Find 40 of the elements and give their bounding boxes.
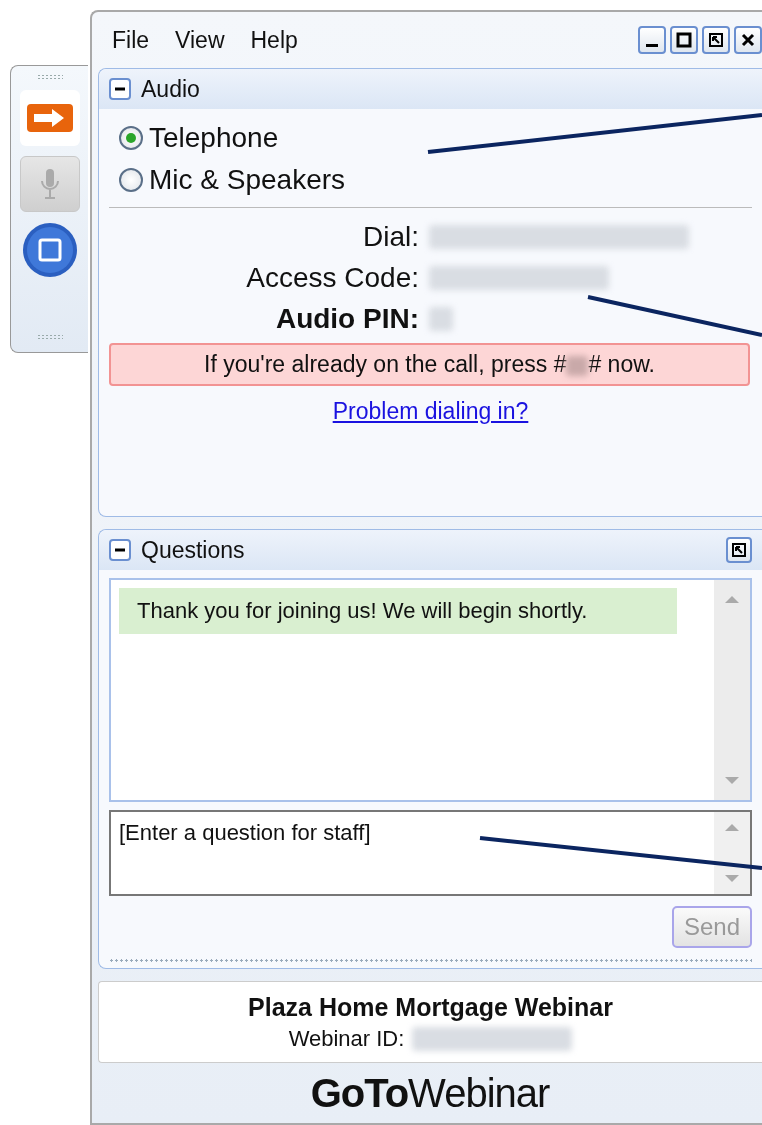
- scroll-down-icon: [724, 874, 740, 884]
- screen-icon: [21, 222, 78, 278]
- close-icon: [740, 32, 756, 48]
- detail-label: Audio PIN:: [274, 302, 419, 336]
- maximize-icon: [676, 32, 692, 48]
- radio-label[interactable]: Telephone: [149, 122, 279, 154]
- notice-banner: If you're already on the call, press # # now.: [109, 343, 750, 386]
- scrollbar[interactable]: [714, 580, 750, 800]
- scroll-up-icon: [724, 822, 740, 832]
- redacted-value: [429, 306, 453, 331]
- menu-item[interactable]: View: [175, 26, 225, 54]
- panel-title: Audio: [141, 75, 200, 103]
- restore-icon: [731, 542, 747, 558]
- minimize-button[interactable]: [638, 26, 666, 54]
- radio-button[interactable]: [119, 168, 143, 192]
- panel-title: Questions: [141, 536, 245, 564]
- radio-button[interactable]: [119, 126, 143, 150]
- restore-icon: [708, 32, 724, 48]
- chat-message: Thank you for joining us! We will begin shortly.: [119, 588, 678, 634]
- webinar-id-label: Webinar ID:: [288, 1025, 405, 1052]
- detail-label: Dial:: [362, 220, 419, 254]
- scroll-up-icon: [724, 594, 740, 604]
- detail-label: Access Code:: [245, 261, 419, 295]
- collapse-button[interactable]: [109, 78, 131, 100]
- collapse-button[interactable]: [109, 539, 131, 561]
- popout-button[interactable]: [726, 537, 752, 563]
- radio-label[interactable]: Mic & Speakers: [149, 164, 346, 196]
- close-button[interactable]: [734, 26, 762, 54]
- menu-item[interactable]: File: [112, 26, 150, 54]
- minimize-icon: [646, 43, 658, 47]
- logo: GoToWebinar: [310, 1070, 550, 1116]
- maximize-button[interactable]: [670, 26, 698, 54]
- menu-item[interactable]: Help: [250, 26, 298, 54]
- scrollbar[interactable]: [714, 812, 750, 894]
- webinar-title: Plaza Home Mortgage Webinar: [248, 992, 613, 1022]
- restore-button[interactable]: [702, 26, 730, 54]
- arrow-button[interactable]: [19, 90, 80, 146]
- help-link[interactable]: Problem dialing in?: [332, 398, 529, 425]
- scroll-down-icon: [724, 776, 740, 786]
- microphone-icon: [39, 167, 60, 201]
